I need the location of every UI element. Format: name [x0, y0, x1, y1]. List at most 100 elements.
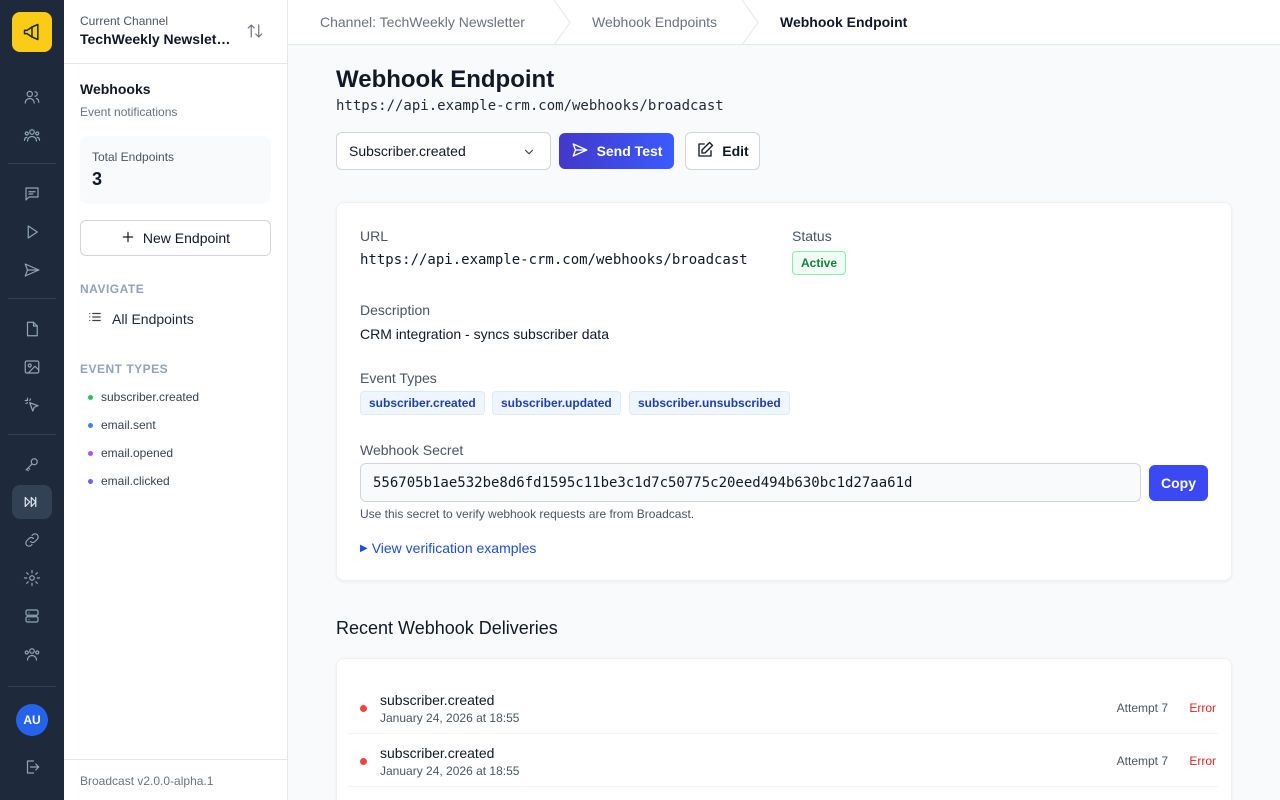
- avatar[interactable]: AU: [16, 704, 48, 736]
- channel-name: TechWeekly Newsletter: [80, 31, 232, 47]
- event-type-item: email.clicked: [88, 474, 170, 488]
- event-type-label: email.sent: [101, 418, 156, 432]
- endpoint-url-subtitle: https://api.example-crm.com/webhooks/bro…: [336, 98, 724, 114]
- event-type-label: subscriber.created: [101, 390, 200, 404]
- link-icon[interactable]: [12, 523, 52, 557]
- delivery-attempt: Attempt 7: [1116, 754, 1168, 768]
- status-dot: [88, 394, 93, 400]
- event-tag: subscriber.unsubscribed: [629, 391, 790, 415]
- delivery-date: January 24, 2026 at 18:55: [380, 711, 520, 725]
- secret-field[interactable]: 556705b1ae532be8d6fd1595c11be3c1d7c50775…: [360, 463, 1141, 502]
- key-icon[interactable]: [12, 447, 52, 481]
- send-icon: [571, 141, 589, 162]
- event-select[interactable]: Subscriber.created: [336, 132, 551, 170]
- users-icon[interactable]: [12, 80, 52, 114]
- page-title: Webhook Endpoint: [336, 66, 555, 93]
- edit-label: Edit: [722, 143, 749, 159]
- description-value: CRM integration - syncs subscriber data: [360, 326, 609, 342]
- gear-icon[interactable]: [12, 561, 52, 595]
- event-tag: subscriber.created: [360, 391, 485, 415]
- group-icon[interactable]: [12, 637, 52, 671]
- pencil-icon: [696, 141, 714, 162]
- description-label: Description: [360, 302, 431, 318]
- swap-icon[interactable]: [246, 22, 264, 45]
- new-endpoint-button[interactable]: New Endpoint: [80, 220, 271, 256]
- list-item[interactable]: subscriber.created January 24, 2026 at 1…: [348, 681, 1218, 734]
- event-types-label: Event Types: [360, 370, 437, 386]
- server-icon[interactable]: [12, 599, 52, 633]
- verification-examples-toggle[interactable]: ▶ View verification examples: [360, 540, 536, 556]
- delivery-event: subscriber.created: [380, 692, 495, 708]
- image-icon[interactable]: [12, 350, 52, 384]
- delivery-status: Error: [1189, 701, 1216, 715]
- breadcrumb: Channel: TechWeekly Newsletter Webhook E…: [288, 0, 1280, 45]
- send-test-button[interactable]: Send Test: [559, 133, 674, 169]
- rail-divider: [8, 163, 56, 164]
- secret-label: Webhook Secret: [360, 442, 464, 458]
- new-endpoint-label: New Endpoint: [142, 230, 231, 246]
- status-dot: [360, 758, 367, 765]
- list-item[interactable]: subscriber.created January 24, 2026 at 1…: [348, 734, 1218, 787]
- logout-icon[interactable]: [12, 750, 52, 784]
- team-icon[interactable]: [12, 118, 52, 152]
- section-subtitle: Event notifications: [80, 105, 178, 119]
- total-endpoints-card: Total Endpoints 3: [80, 136, 271, 204]
- chevron-right-icon: [741, 0, 759, 45]
- navigate-heading: NAVIGATE: [80, 282, 145, 296]
- delivery-event: subscriber.created: [380, 745, 495, 761]
- event-type-item: subscriber.created: [88, 390, 199, 404]
- status-dot: [88, 422, 93, 428]
- icon-rail: AU: [0, 0, 64, 800]
- chevron-right-icon: [553, 0, 571, 45]
- triangle-right-icon: ▶: [360, 542, 368, 554]
- webhooks-sidebar: Current Channel TechWeekly Newsletter We…: [64, 0, 288, 800]
- copy-button[interactable]: Copy: [1149, 465, 1208, 501]
- chat-icon[interactable]: [12, 177, 52, 211]
- status-dot: [88, 450, 93, 456]
- nav-all-endpoints-label: All Endpoints: [112, 310, 194, 327]
- file-icon[interactable]: [12, 312, 52, 346]
- breadcrumb-channel[interactable]: Channel: TechWeekly Newsletter: [320, 14, 525, 30]
- play-icon[interactable]: [12, 215, 52, 249]
- edit-button[interactable]: Edit: [685, 132, 760, 170]
- url-label: URL: [360, 228, 389, 244]
- status-dot: [88, 478, 93, 484]
- send-test-label: Send Test: [596, 143, 663, 159]
- status-label: Status: [792, 228, 832, 244]
- megaphone-icon[interactable]: [12, 12, 52, 52]
- rail-divider: [8, 686, 56, 687]
- version-label: Broadcast v2.0.0-alpha.1: [64, 759, 287, 788]
- channel-label: Current Channel: [80, 14, 169, 28]
- rail-divider: [8, 434, 56, 435]
- chevron-down-icon: [522, 145, 536, 162]
- status-badge: Active: [792, 251, 847, 275]
- plus-icon: [121, 230, 135, 247]
- webhook-icon[interactable]: [12, 485, 52, 519]
- status-dot: [360, 705, 367, 712]
- nav-all-endpoints[interactable]: All Endpoints: [88, 310, 194, 327]
- event-type-label: email.opened: [101, 446, 174, 460]
- event-select-value: Subscriber.created: [349, 143, 466, 159]
- verification-link-label: View verification examples: [371, 540, 537, 556]
- send-icon[interactable]: [12, 253, 52, 287]
- secret-value: 556705b1ae532be8d6fd1595c11be3c1d7c50775…: [373, 474, 913, 491]
- event-types-heading: EVENT TYPES: [80, 362, 169, 376]
- event-type-item: email.sent: [88, 418, 156, 432]
- delivery-status: Error: [1189, 754, 1216, 768]
- total-endpoints-value: 3: [92, 169, 103, 189]
- deliveries-heading: Recent Webhook Deliveries: [336, 618, 558, 638]
- breadcrumb-endpoints[interactable]: Webhook Endpoints: [592, 14, 717, 30]
- delivery-attempt: Attempt 7: [1116, 701, 1168, 715]
- event-tag: subscriber.updated: [492, 391, 621, 415]
- breadcrumb-current: Webhook Endpoint: [780, 14, 908, 30]
- secret-hint: Use this secret to verify webhook reques…: [360, 507, 695, 521]
- section-title: Webhooks: [80, 81, 151, 97]
- total-endpoints-label: Total Endpoints: [92, 150, 175, 164]
- url-value: https://api.example-crm.com/webhooks/bro…: [360, 252, 748, 268]
- event-type-label: email.clicked: [101, 474, 170, 488]
- cursor-click-icon[interactable]: [12, 388, 52, 422]
- rail-divider: [8, 298, 56, 299]
- channel-switcher[interactable]: Current Channel TechWeekly Newsletter: [64, 0, 287, 64]
- event-type-item: email.opened: [88, 446, 173, 460]
- list-icon: [88, 310, 102, 327]
